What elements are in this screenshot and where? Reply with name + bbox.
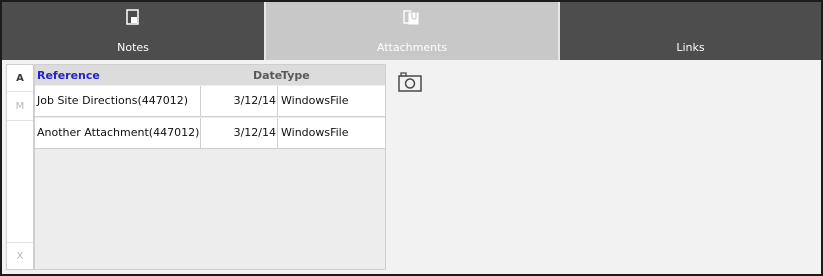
camera-icon [398,72,422,96]
cell-type: WindowsFile [281,126,349,139]
cell-reference: Job Site Directions(447012) [35,86,201,116]
column-header-type[interactable]: Type [281,69,310,82]
attachments-table: Reference Date Type Job Site Directions(… [34,64,386,270]
tab-notes-label: Notes [117,41,149,54]
table-row[interactable]: Job Site Directions(447012) 3/12/14 Wind… [35,86,385,117]
attachments-icon [403,8,421,26]
tab-links-label: Links [676,41,705,54]
tab-bar: Notes Attachments Links [2,2,821,60]
alpha-index-m[interactable]: M [7,92,33,121]
alpha-index-a[interactable]: A [7,65,33,92]
cell-date: 3/12/14 [202,118,278,148]
cell-type: WindowsFile [281,94,349,107]
attachments-window: Notes Attachments Links A M X Reference … [0,0,823,276]
tab-notes[interactable]: Notes [2,2,264,60]
notes-icon [126,8,140,26]
column-header-date[interactable]: Date [253,69,282,82]
cell-reference: Another Attachment(447012) [35,118,201,148]
cell-date: 3/12/14 [202,86,278,116]
alpha-index-x[interactable]: X [7,242,33,269]
camera-button[interactable] [397,72,423,96]
alphabet-index: A M X [6,64,34,270]
table-header: Reference Date Type [35,65,385,85]
tab-attachments-label: Attachments [376,41,448,54]
column-header-reference[interactable]: Reference [37,69,100,82]
tab-attachments[interactable]: Attachments [264,2,560,60]
table-row[interactable]: Another Attachment(447012) 3/12/14 Windo… [35,118,385,149]
tab-links[interactable]: Links [560,2,821,60]
